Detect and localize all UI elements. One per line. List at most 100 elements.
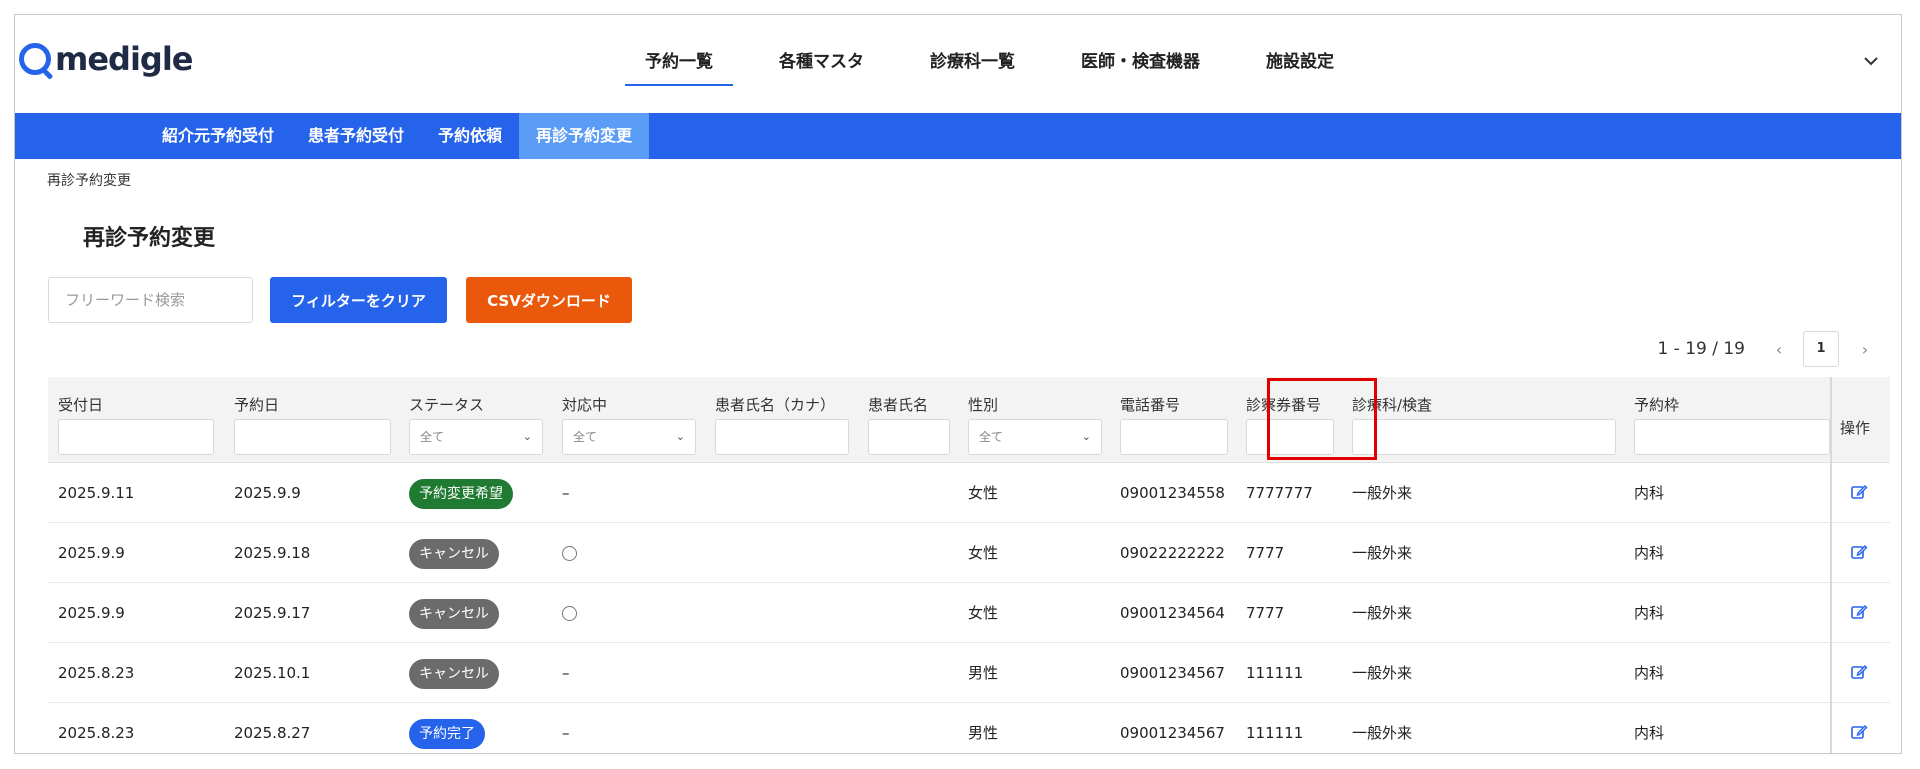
sub-nav-item-referral[interactable]: 紹介元予約受付 [145, 113, 291, 159]
cell-card-no: 7777 [1246, 544, 1285, 562]
operation-cell [1832, 463, 1890, 523]
column-patient-name: 患者氏名 [858, 377, 958, 463]
column-label: 対応中 [562, 396, 608, 414]
cell-dept: 一般外来 [1352, 664, 1413, 682]
main-nav-item-departments[interactable]: 診療科一覧 [910, 15, 1035, 112]
sub-nav-item-request[interactable]: 予約依頼 [421, 113, 519, 159]
app-frame: medigle 予約一覧 各種マスタ 診療科一覧 医師・検査機器 施設設定 紹介… [14, 14, 1902, 754]
received-date-filter[interactable] [58, 419, 214, 455]
cell-name [858, 643, 868, 703]
gender-filter-select[interactable]: 全て ⌄ [968, 419, 1102, 455]
edit-icon[interactable] [1850, 483, 1868, 501]
table-row[interactable]: 2025.9.11 2025.9.9 予約変更希望 – 女性 09001234558 777… [48, 463, 1830, 523]
main-nav-item-facility-settings[interactable]: 施設設定 [1246, 15, 1354, 112]
cell-gender: 男性 [968, 664, 999, 682]
chevron-left-icon[interactable]: ‹ [1769, 340, 1789, 359]
cell-name [858, 463, 868, 523]
operations-label: 操作 [1840, 419, 1871, 437]
patient-kana-filter[interactable] [715, 419, 849, 455]
csv-download-button[interactable]: CSVダウンロード [466, 277, 632, 323]
cell-card-no: 7777 [1246, 604, 1285, 622]
in-progress-filter-select[interactable]: 全て ⌄ [562, 419, 696, 455]
main-nav-item-masters[interactable]: 各種マスタ [759, 15, 884, 112]
cell-received: 2025.9.9 [58, 604, 125, 622]
status-filter-select[interactable]: 全て ⌄ [409, 419, 543, 455]
in-progress-circle-icon [562, 606, 577, 621]
edit-icon[interactable] [1850, 663, 1868, 681]
cell-slot: 内科 [1634, 664, 1665, 682]
cell-reserved: 2025.8.27 [234, 724, 311, 742]
status-badge: 予約完了 [409, 718, 485, 749]
cell-received: 2025.9.9 [58, 544, 125, 562]
table-body: 2025.9.11 2025.9.9 予約変更希望 – 女性 09001234558 777… [48, 463, 1830, 753]
chevron-down-icon: ⌄ [1081, 430, 1091, 443]
cell-gender: 女性 [968, 544, 999, 562]
main-nav-item-doctors-equipment[interactable]: 医師・検査機器 [1061, 15, 1220, 112]
cell-name [858, 703, 868, 753]
page-number-button[interactable]: 1 [1803, 331, 1839, 367]
edit-icon[interactable] [1850, 603, 1868, 621]
edit-icon[interactable] [1850, 543, 1868, 561]
cell-status: キャンセル [399, 523, 499, 583]
chevron-down-icon: ⌄ [522, 430, 532, 443]
operation-cell [1832, 643, 1890, 703]
sub-nav: 紹介元予約受付 患者予約受付 予約依頼 再診予約変更 [15, 113, 1901, 159]
cell-phone: 09022222222 [1120, 544, 1225, 562]
chevron-right-icon[interactable]: › [1855, 340, 1875, 359]
table-row[interactable]: 2025.8.23 2025.8.27 予約完了 – 男性 09001234567 1111… [48, 703, 1830, 753]
table-header: 受付日 予約日 ステータス 全て ⌄ 対応中 全て ⌄ 患者氏名（カナ） 患者氏名 [48, 377, 1890, 463]
reserved-date-filter[interactable] [234, 419, 391, 455]
column-label: 患者氏名 [868, 396, 929, 414]
search-input[interactable] [48, 277, 253, 323]
operation-cell [1832, 523, 1890, 583]
sub-nav-item-revisit-change[interactable]: 再診予約変更 [519, 113, 650, 159]
sub-nav-item-patient[interactable]: 患者予約受付 [291, 113, 421, 159]
pagination: 1 - 19 / 19 ‹ 1 › [1657, 331, 1875, 367]
cell-received: 2025.9.11 [58, 484, 135, 502]
column-label: 患者氏名（カナ） [715, 396, 836, 414]
column-slot: 予約枠 [1624, 377, 1830, 463]
edit-icon[interactable] [1850, 723, 1868, 741]
department-filter[interactable] [1352, 419, 1616, 455]
cell-in-progress [552, 523, 577, 583]
cell-kana [705, 583, 715, 643]
cell-reserved: 2025.9.9 [234, 484, 301, 502]
logo-text: medigle [55, 40, 193, 78]
status-badge: 予約変更希望 [409, 478, 513, 509]
clear-filter-button[interactable]: フィルターをクリア [270, 277, 447, 323]
filter-value: 全て [979, 430, 1004, 444]
cell-slot: 内科 [1634, 724, 1665, 742]
chevron-down-icon[interactable] [1861, 51, 1881, 71]
cell-gender: 女性 [968, 604, 999, 622]
cell-status: キャンセル [399, 583, 499, 643]
chevron-down-icon: ⌄ [675, 430, 685, 443]
cell-reserved: 2025.10.1 [234, 664, 311, 682]
table-row[interactable]: 2025.8.23 2025.10.1 キャンセル – 男性 09001234567 111… [48, 643, 1830, 703]
cell-received: 2025.8.23 [58, 724, 135, 742]
cell-status: キャンセル [399, 643, 499, 703]
top-header: medigle 予約一覧 各種マスタ 診療科一覧 医師・検査機器 施設設定 [15, 15, 1901, 112]
filter-value: 全て [573, 430, 598, 444]
column-phone: 電話番号 [1110, 377, 1236, 463]
column-label: 性別 [968, 396, 999, 414]
phone-filter[interactable] [1120, 419, 1228, 455]
column-department: 診療科/検査 [1342, 377, 1624, 463]
table-row[interactable]: 2025.9.9 2025.9.17 キャンセル 女性 09001234564 7777 一… [48, 583, 1830, 643]
cell-phone: 09001234567 [1120, 664, 1225, 682]
operation-cell [1832, 583, 1890, 643]
patient-name-filter[interactable] [868, 419, 950, 455]
column-label: 受付日 [58, 396, 104, 414]
cell-slot: 内科 [1634, 544, 1665, 562]
main-nav: 予約一覧 各種マスタ 診療科一覧 医師・検査機器 施設設定 [625, 15, 1380, 112]
table-row[interactable]: 2025.9.9 2025.9.18 キャンセル 女性 09022222222 7777 一… [48, 523, 1830, 583]
column-status: ステータス 全て ⌄ [399, 377, 552, 463]
medigle-logo[interactable]: medigle [19, 39, 193, 79]
slot-filter[interactable] [1634, 419, 1830, 455]
column-label: 電話番号 [1120, 396, 1181, 414]
main-nav-item-reservation-list[interactable]: 予約一覧 [625, 15, 733, 112]
cell-slot: 内科 [1634, 484, 1665, 502]
cell-name [858, 523, 868, 583]
logo-mark-icon [19, 43, 51, 75]
cell-status: 予約完了 [399, 703, 485, 753]
column-in-progress: 対応中 全て ⌄ [552, 377, 705, 463]
